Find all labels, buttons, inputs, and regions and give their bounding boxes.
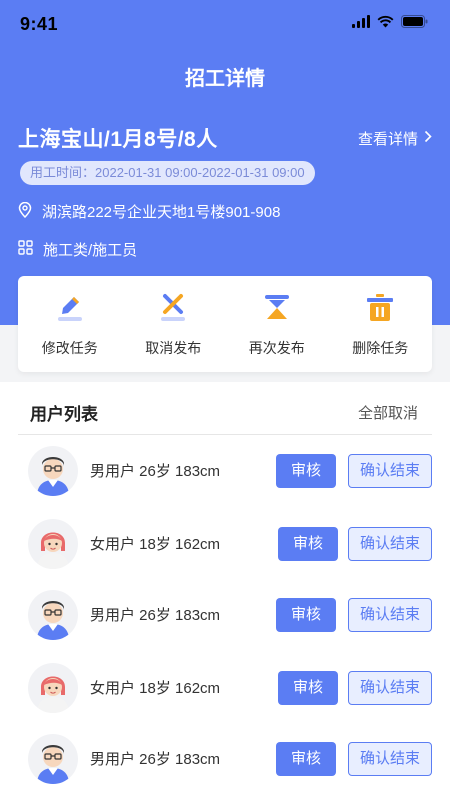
- avatar: [28, 590, 78, 640]
- republish-label: 再次发布: [248, 340, 305, 356]
- list-item: 男用户 26岁 183cm 审核 确认结束: [28, 590, 432, 640]
- location-icon: [18, 201, 32, 222]
- avatar: [28, 663, 78, 713]
- republish-button[interactable]: 再次发布: [225, 276, 329, 372]
- user-list-title: 用户列表: [30, 405, 98, 424]
- status-time: 9:41: [20, 14, 59, 34]
- trash-icon: [364, 292, 396, 324]
- edit-task-button[interactable]: 修改任务: [18, 276, 122, 372]
- avatar: [28, 734, 78, 784]
- signal-icon: [352, 15, 370, 28]
- confirm-end-button[interactable]: 确认结束: [348, 598, 432, 632]
- address-text: 湖滨路222号企业天地1号楼901-908: [42, 204, 281, 221]
- action-card: 修改任务 取消发布 再次发布 删除任务: [18, 276, 432, 372]
- review-button[interactable]: 审核: [278, 671, 338, 705]
- chevron-right-icon: [424, 130, 432, 147]
- review-button[interactable]: 审核: [276, 742, 336, 776]
- cancel-icon: [157, 292, 189, 324]
- confirm-end-button[interactable]: 确认结束: [348, 527, 432, 561]
- delete-task-button[interactable]: 删除任务: [329, 276, 433, 372]
- review-button[interactable]: 审核: [276, 598, 336, 632]
- user-info: 男用户 26岁 183cm: [90, 463, 221, 480]
- wifi-icon: [377, 15, 394, 28]
- work-time-badge: 用工时间：2022-01-31 09:00-2022-01-31 09:00: [20, 161, 315, 185]
- cancel-publish-label: 取消发布: [145, 340, 202, 356]
- address-row: 湖滨路222号企业天地1号楼901-908: [18, 201, 280, 222]
- category-row: 施工类/施工员: [18, 239, 137, 260]
- edit-task-label: 修改任务: [41, 340, 98, 356]
- category-text: 施工类/施工员: [43, 242, 138, 259]
- user-info: 男用户 26岁 183cm: [90, 607, 221, 624]
- hourglass-icon: [261, 292, 293, 324]
- delete-task-label: 删除任务: [352, 340, 409, 356]
- confirm-end-button[interactable]: 确认结束: [348, 671, 432, 705]
- confirm-end-button[interactable]: 确认结束: [348, 742, 432, 776]
- list-item: 女用户 18岁 162cm 审核 确认结束: [28, 519, 432, 569]
- avatar: [28, 519, 78, 569]
- review-button[interactable]: 审核: [278, 527, 338, 561]
- list-item: 女用户 18岁 162cm 审核 确认结束: [28, 663, 432, 713]
- grid-icon: [18, 240, 33, 259]
- battery-icon: [401, 15, 428, 28]
- cancel-publish-button[interactable]: 取消发布: [122, 276, 226, 372]
- user-info: 女用户 18岁 162cm: [90, 536, 221, 553]
- status-icons: [352, 15, 428, 28]
- avatar: [28, 446, 78, 496]
- view-detail-label: 查看详情: [357, 131, 418, 148]
- confirm-end-button[interactable]: 确认结束: [348, 454, 432, 488]
- list-item: 男用户 26岁 183cm 审核 确认结束: [28, 446, 432, 496]
- cancel-all-button[interactable]: 全部取消: [358, 402, 418, 423]
- user-list-header: 用户列表 全部取消: [18, 393, 432, 435]
- user-info: 女用户 18岁 162cm: [90, 680, 221, 697]
- edit-icon: [54, 292, 86, 324]
- user-info: 男用户 26岁 183cm: [90, 751, 221, 768]
- view-detail-link[interactable]: 查看详情: [358, 128, 432, 149]
- job-title: 上海宝山/1月8号/8人: [18, 128, 218, 151]
- list-item: 男用户 26岁 183cm 审核 确认结束: [28, 734, 432, 784]
- page-title: 招工详情: [185, 68, 265, 90]
- review-button[interactable]: 审核: [276, 454, 336, 488]
- status-bar: 9:41: [0, 0, 450, 48]
